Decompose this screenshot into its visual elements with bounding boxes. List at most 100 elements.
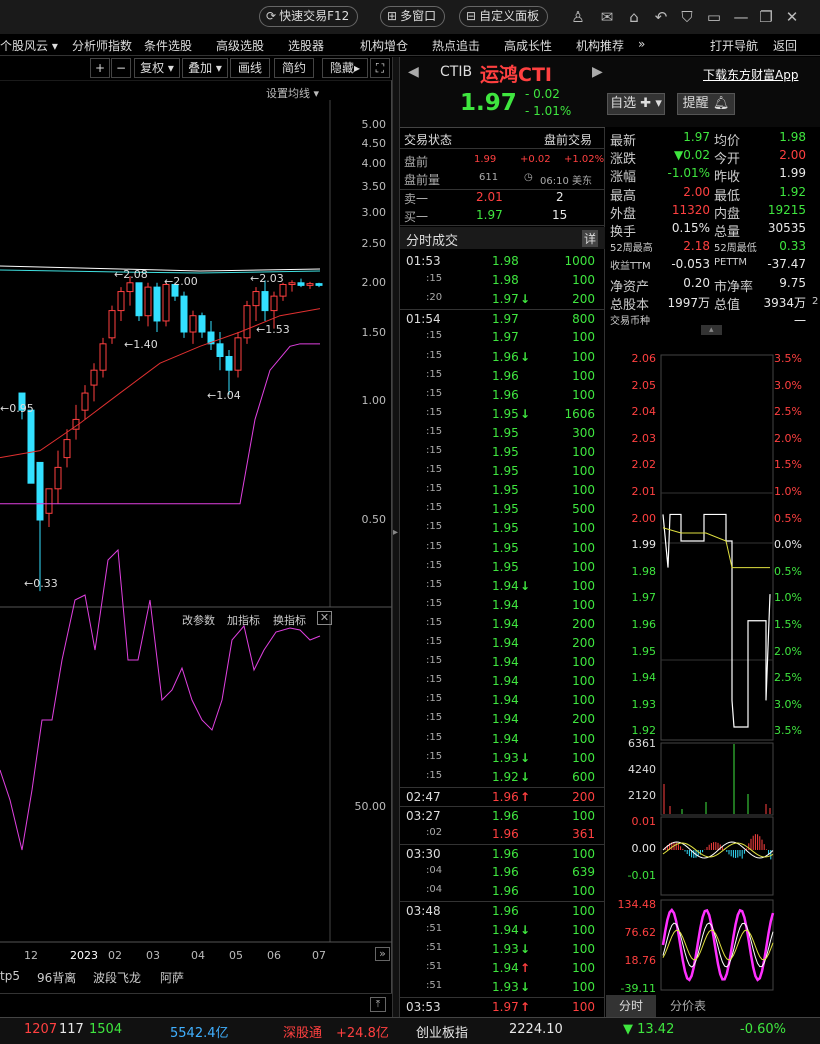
szt-label[interactable]: 深股通 <box>283 1022 322 1041</box>
custom-panel-button[interactable]: ⊟ 自定义面板 <box>459 6 549 27</box>
candle-body <box>234 337 242 371</box>
more-icon[interactable]: » <box>638 37 645 51</box>
indicator-tab[interactable]: tp5 <box>0 969 20 983</box>
tick-price: 1.96 <box>492 904 519 919</box>
overlay-dropdown[interactable]: 叠加 ▾ <box>182 58 228 78</box>
home-icon[interactable]: ⌂ <box>624 7 644 27</box>
price-axis-label: 5.00 <box>361 118 387 131</box>
tick-time: 03:30 <box>406 847 441 862</box>
tick-row: :20 1.97 ↓ 200 <box>400 290 605 309</box>
tick-row: 01:53 1.98 1000 <box>400 252 605 271</box>
pct-axis-label: 1.5% <box>774 458 802 472</box>
flat-count: 117 <box>59 1022 84 1037</box>
intraday-chart[interactable]: 2.06 2.05 2.04 2.03 2.02 2.01 2.00 1.99 1.98 1.97… <box>606 345 810 995</box>
menu-item[interactable]: 个股风云 ▾ <box>0 37 58 54</box>
collapse-handle[interactable]: ▴ <box>606 325 820 337</box>
index-name[interactable]: 创业板指 <box>416 1022 468 1041</box>
prev-stock-icon[interactable]: ◀ <box>408 64 419 80</box>
menu-item[interactable]: 机构推荐 <box>576 37 624 54</box>
minimize-window-icon[interactable]: — <box>731 7 751 27</box>
tab-price-table[interactable]: 分价表 <box>658 995 718 1017</box>
tick-volume: 100 <box>572 847 595 862</box>
tick-volume: 100 <box>572 387 595 402</box>
stat-label: 52周最高 <box>610 243 653 255</box>
stat-value: 1997万 <box>667 295 710 310</box>
pct-axis-label: 2.5% <box>774 671 802 685</box>
pct-axis-label: 1.5% <box>774 618 802 631</box>
menu-item[interactable]: 高级选股 <box>216 37 264 54</box>
hide-button[interactable]: 隐藏▸ <box>322 58 368 78</box>
detail-button[interactable]: 详 <box>582 230 599 247</box>
close-indicator-icon[interactable]: ✕ <box>317 611 332 625</box>
tab-intraday[interactable]: 分时 <box>606 995 656 1017</box>
tick-time: :15 <box>426 273 443 285</box>
switch-indicator-button[interactable]: 换指标 <box>273 612 306 628</box>
volume-axis-label: 4240 <box>628 763 656 776</box>
pct-axis-label: 2.0% <box>774 431 802 445</box>
menu-item[interactable]: 分析师指数 <box>72 37 132 54</box>
stat-label: 总股本 <box>610 297 650 313</box>
multi-window-button[interactable]: ⊞ 多窗口 <box>380 6 446 27</box>
pct-axis-label: 2.5% <box>774 405 802 419</box>
time-axis-label: 02 <box>108 949 122 962</box>
menu-item[interactable]: 返回 <box>773 37 797 54</box>
tick-volume: 100 <box>572 368 595 383</box>
simple-mode-button[interactable]: 简约 <box>274 58 314 78</box>
kline-chart-area[interactable]: 设置均线 ▾ 5.00 4.50 4.00 3.50 3.00 2.50 2.0… <box>0 80 392 993</box>
next-stock-icon[interactable]: ▶ <box>592 64 603 80</box>
price-axis-label: 2.05 <box>631 378 657 392</box>
draw-line-button[interactable]: 画线 <box>230 58 270 78</box>
tick-row: 03:48 1.96 100 <box>400 901 605 920</box>
add-watchlist-button[interactable]: 自选 ✚ ▾ <box>607 93 665 115</box>
download-app-link[interactable]: 下载东方财富App <box>703 66 798 83</box>
edge-overflow-text: 2 <box>812 296 819 307</box>
stock-app: ⟳ 快速交易F12 ⊞ 多窗口 ⊟ 自定义面板 ♙ ✉ ⌂ ↶ ⛉ ▭ — ❐ ✕ 个… <box>0 0 820 1044</box>
panel-splitter[interactable]: ▸ <box>392 57 400 1017</box>
stat-label: 昨收 <box>714 170 741 186</box>
indicator-tab[interactable]: 波段飞龙 <box>93 969 141 986</box>
zoom-in-button[interactable]: + <box>90 58 110 78</box>
tick-time: :15 <box>426 540 443 552</box>
close-window-icon[interactable]: ✕ <box>782 7 802 27</box>
user-icon[interactable]: ♙ <box>568 7 588 27</box>
menu-item[interactable]: 机构增仓 <box>360 37 408 54</box>
alert-button[interactable]: 提醒 🔔︎ <box>677 93 735 115</box>
tick-price: 1.97 <box>492 999 519 1014</box>
tick-row: :15 1.94 200 <box>400 634 605 653</box>
time-axis-label: 06 <box>267 949 281 962</box>
quick-trade-button[interactable]: ⟳ 快速交易F12 <box>259 6 359 27</box>
tick-volume: 800 <box>572 312 595 327</box>
fuquan-dropdown[interactable]: 复权 ▾ <box>134 58 180 78</box>
menu-item[interactable]: 热点追击 <box>432 37 480 54</box>
minimize-icon[interactable]: ▭ <box>704 7 724 27</box>
tick-list[interactable]: 01:53 1.98 1000:15 1.98 100:20 1.97 ↓ 200 01:54 1… <box>400 252 605 1017</box>
price-axis-label: 1.92 <box>631 724 657 738</box>
restore-window-icon[interactable]: ❐ <box>756 7 776 27</box>
stat-label: 最低 <box>714 188 741 204</box>
index-change: ▼ 13.42 <box>623 1022 675 1037</box>
ticks-header: 分时成交 详 <box>400 227 605 249</box>
menu-item[interactable]: 打开导航 <box>710 37 758 54</box>
indicator-tab[interactable]: 96背离 <box>37 969 76 986</box>
add-indicator-button[interactable]: 加指标 <box>227 612 260 628</box>
mail-icon[interactable]: ✉ <box>597 7 617 27</box>
tick-volume: 1000 <box>564 254 595 268</box>
scroll-right-icon[interactable]: » <box>375 947 390 961</box>
tick-time: :15 <box>426 445 443 456</box>
price-annotation: ←0.33 <box>24 577 58 590</box>
shirt-icon[interactable]: ⛉ <box>677 7 697 27</box>
back-icon[interactable]: ↶ <box>651 7 671 27</box>
tick-time: :02 <box>426 827 443 838</box>
stat-value: 1.92 <box>779 184 806 199</box>
fullscreen-icon[interactable]: ⛶ <box>370 58 390 78</box>
menu-item[interactable]: 高成长性 <box>504 37 552 54</box>
zoom-out-button[interactable]: − <box>111 58 131 78</box>
tick-volume: 500 <box>572 502 595 517</box>
expand-icon[interactable]: ⤒ <box>370 997 386 1012</box>
menu-item[interactable]: 选股器 <box>288 37 324 54</box>
indicator-tab[interactable]: 阿萨 <box>160 969 184 986</box>
candle-body <box>126 282 134 293</box>
change-param-button[interactable]: 改参数 <box>182 612 215 628</box>
menu-item[interactable]: 条件选股 <box>144 37 192 54</box>
price-axis-label: 3.00 <box>361 206 387 219</box>
